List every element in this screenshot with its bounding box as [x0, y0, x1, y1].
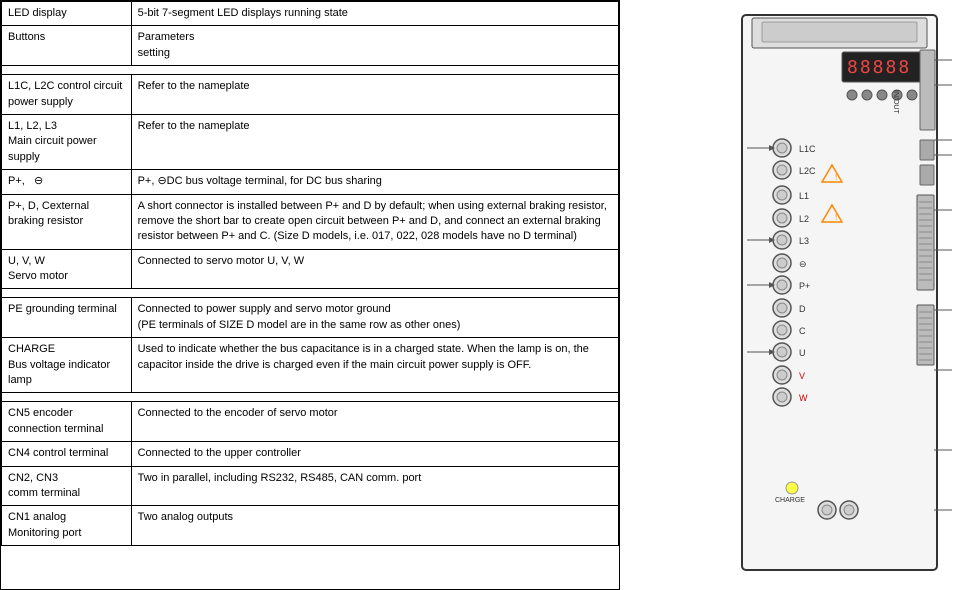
device-illustration: 88888 IN/OUT [642, 10, 952, 580]
desc-cell: Two in parallel, including RS232, RS485,… [131, 466, 618, 506]
svg-text:CHARGE: CHARGE [775, 497, 805, 504]
svg-text:L1C: L1C [799, 144, 816, 154]
device-svg: 88888 IN/OUT [642, 10, 952, 580]
table-row: L1, L2, L3Main circuit power supply Refe… [2, 114, 619, 169]
label-cell: L1, L2, L3Main circuit power supply [2, 114, 132, 169]
table-row: CHARGEBus voltage indicator lamp Used to… [2, 338, 619, 393]
svg-text:L3: L3 [799, 236, 809, 246]
desc-cell: Connected to the encoder of servo motor [131, 402, 618, 442]
svg-text:W: W [799, 393, 808, 403]
separator-row [2, 289, 619, 298]
table-row: U, V, WServo motor Connected to servo mo… [2, 249, 619, 289]
label-cell: CN1 analogMonitoring port [2, 506, 132, 546]
label-cell: LED display [2, 2, 132, 26]
desc-cell: Connected to servo motor U, V, W [131, 249, 618, 289]
separator-row [2, 66, 619, 75]
svg-text:!: ! [835, 173, 837, 182]
svg-text:88888: 88888 [847, 57, 911, 78]
label-cell: P+, ⊖ [2, 170, 132, 194]
desc-cell: Refer to the nameplate [131, 114, 618, 169]
desc-cell: Two analog outputs [131, 506, 618, 546]
desc-cell: Used to indicate whether the bus capacit… [131, 338, 618, 393]
label-cell: CN2, CN3comm terminal [2, 466, 132, 506]
svg-text:IN/OUT: IN/OUT [892, 90, 899, 114]
label-cell: Buttons [2, 26, 132, 66]
table-row: CN4 control terminal Connected to the up… [2, 442, 619, 466]
svg-text:!: ! [835, 213, 837, 222]
table-row: CN1 analogMonitoring port Two analog out… [2, 506, 619, 546]
svg-text:P+: P+ [799, 281, 810, 291]
label-cell: CN5 encoder connection terminal [2, 402, 132, 442]
desc-cell: 5-bit 7-segment LED displays running sta… [131, 2, 618, 26]
label-cell: P+, D, Cexternal braking resistor [2, 194, 132, 249]
svg-text:D: D [799, 304, 806, 314]
svg-text:L1: L1 [799, 191, 809, 201]
table-row: P+, D, Cexternal braking resistor A shor… [2, 194, 619, 249]
svg-text:U: U [799, 348, 806, 358]
label-cell: PE grounding terminal [2, 298, 132, 338]
component-table: LED display 5-bit 7-segment LED displays… [0, 0, 620, 590]
device-diagram: 88888 IN/OUT [620, 0, 957, 590]
svg-text:V: V [799, 371, 805, 381]
table-row: CN5 encoder connection terminal Connecte… [2, 402, 619, 442]
desc-cell: A short connector is installed between P… [131, 194, 618, 249]
desc-cell: Connected to the upper controller [131, 442, 618, 466]
table-row: L1C, L2C control circuit power supply Re… [2, 75, 619, 115]
table-row: LED display 5-bit 7-segment LED displays… [2, 2, 619, 26]
svg-text:⊖: ⊖ [799, 259, 807, 269]
label-cell: CHARGEBus voltage indicator lamp [2, 338, 132, 393]
svg-text:L2: L2 [799, 214, 809, 224]
label-cell: L1C, L2C control circuit power supply [2, 75, 132, 115]
desc-cell: Connected to power supply and servo moto… [131, 298, 618, 338]
desc-cell: P+, ⊖DC bus voltage terminal, for DC bus… [131, 170, 618, 194]
label-cell: U, V, WServo motor [2, 249, 132, 289]
table-row: Buttons Parameterssetting [2, 26, 619, 66]
desc-cell: Refer to the nameplate [131, 75, 618, 115]
desc-cell: Parameterssetting [131, 26, 618, 66]
separator-row [2, 393, 619, 402]
table-row: CN2, CN3comm terminal Two in parallel, i… [2, 466, 619, 506]
svg-text:L2C: L2C [799, 166, 816, 176]
label-cell: CN4 control terminal [2, 442, 132, 466]
table-row: P+, ⊖ P+, ⊖DC bus voltage terminal, for … [2, 170, 619, 194]
svg-text:C: C [799, 326, 806, 336]
table-row: PE grounding terminal Connected to power… [2, 298, 619, 338]
